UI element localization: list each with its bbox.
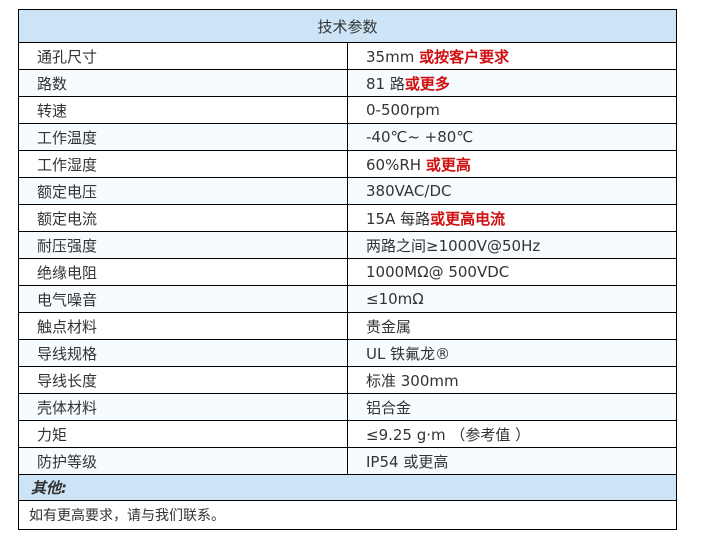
- spec-value-highlight: 或更多: [404, 74, 450, 93]
- spec-value: 1000MΩ@ 500VDC: [366, 263, 510, 281]
- spec-value: 标准 300mm: [366, 371, 459, 390]
- spec-value-cell: 铝合金: [347, 393, 677, 421]
- spec-value-highlight: 或更高电流: [430, 209, 506, 228]
- spec-value: 贵金属: [366, 317, 412, 336]
- spec-value: UL 铁氟龙®: [366, 344, 451, 363]
- spec-value-cell: 60%RH 或更高: [347, 150, 677, 178]
- spec-name: 电气噪音: [18, 285, 348, 313]
- spec-value-highlight: 或更高: [425, 155, 471, 174]
- spec-value: 铝合金: [366, 398, 412, 417]
- other-row: 其他:: [18, 474, 677, 501]
- spec-value-cell: -40℃~ +80℃: [347, 123, 677, 151]
- spec-value-cell: 标准 300mm: [347, 366, 677, 394]
- spec-row: 路数 81 路或更多: [18, 69, 677, 97]
- spec-name: 转速: [18, 96, 348, 124]
- spec-value: 60%RH: [366, 155, 426, 174]
- spec-value: 35mm: [366, 47, 420, 66]
- spec-row: 导线长度 标准 300mm: [18, 366, 677, 394]
- spec-value-cell: 0-500rpm: [347, 96, 677, 124]
- spec-value-cell: 1000MΩ@ 500VDC: [347, 258, 677, 286]
- contact-note: 如有更高要求，请与我们联系。: [18, 500, 677, 530]
- table-title: 技术参数: [18, 9, 677, 43]
- spec-name: 额定电压: [18, 177, 348, 205]
- spec-value-cell: ≤10mΩ: [347, 285, 677, 313]
- spec-row: 工作温度 -40℃~ +80℃: [18, 123, 677, 151]
- spec-value: 两路之间≥1000V@50Hz: [366, 236, 541, 255]
- spec-name: 触点材料: [18, 312, 348, 340]
- spec-row: 通孔尺寸 35mm 或按客户要求: [18, 42, 677, 70]
- spec-name: 防护等级: [18, 447, 348, 475]
- spec-name: 通孔尺寸: [18, 42, 348, 70]
- spec-name: 导线长度: [18, 366, 348, 394]
- spec-row: 额定电压 380VAC/DC: [18, 177, 677, 205]
- spec-value-highlight: 或按客户要求: [419, 47, 510, 66]
- spec-value-cell: IP54 或更高: [347, 447, 677, 475]
- spec-row: 导线规格 UL 铁氟龙®: [18, 339, 677, 367]
- spec-row: 防护等级 IP54 或更高: [18, 447, 677, 475]
- spec-name: 绝缘电阻: [18, 258, 348, 286]
- spec-value-cell: UL 铁氟龙®: [347, 339, 677, 367]
- header-row: 技术参数: [18, 9, 677, 43]
- spec-row: 额定电流 15A 每路或更高电流: [18, 204, 677, 232]
- spec-value-cell: 35mm 或按客户要求: [347, 42, 677, 70]
- spec-row: 绝缘电阻 1000MΩ@ 500VDC: [18, 258, 677, 286]
- spec-value-cell: 两路之间≥1000V@50Hz: [347, 231, 677, 259]
- spec-row: 工作湿度 60%RH 或更高: [18, 150, 677, 178]
- note-row: 如有更高要求，请与我们联系。: [18, 500, 677, 530]
- spec-value: IP54 或更高: [366, 452, 449, 471]
- spec-value-cell: 81 路或更多: [347, 69, 677, 97]
- spec-value-cell: 贵金属: [347, 312, 677, 340]
- spec-value: ≤9.25 g·m （参考值 ）: [366, 425, 531, 444]
- spec-row: 电气噪音 ≤10mΩ: [18, 285, 677, 313]
- other-label: 其他:: [18, 474, 677, 501]
- spec-value: 380VAC/DC: [366, 182, 452, 200]
- spec-value-cell: 380VAC/DC: [347, 177, 677, 205]
- spec-value-cell: 15A 每路或更高电流: [347, 204, 677, 232]
- spec-name: 耐压强度: [18, 231, 348, 259]
- spec-row: 耐压强度 两路之间≥1000V@50Hz: [18, 231, 677, 259]
- spec-name: 工作湿度: [18, 150, 348, 178]
- spec-value: ≤10mΩ: [366, 290, 424, 308]
- spec-row: 力矩 ≤9.25 g·m （参考值 ）: [18, 420, 677, 448]
- spec-name: 额定电流: [18, 204, 348, 232]
- spec-table-body: 技术参数 通孔尺寸 35mm 或按客户要求 路数 81 路或更多 转速 0-500rpm 工…: [18, 9, 677, 530]
- spec-value-cell: ≤9.25 g·m （参考值 ）: [347, 420, 677, 448]
- spec-row: 触点材料 贵金属: [18, 312, 677, 340]
- spec-name: 壳体材料: [18, 393, 348, 421]
- spec-name: 力矩: [18, 420, 348, 448]
- spec-name: 路数: [18, 69, 348, 97]
- spec-name: 导线规格: [18, 339, 348, 367]
- spec-table: 技术参数 通孔尺寸 35mm 或按客户要求 路数 81 路或更多 转速 0-500rpm 工…: [18, 9, 677, 530]
- spec-value: 0-500rpm: [366, 101, 440, 119]
- spec-value: 81 路: [366, 74, 405, 93]
- spec-value: 15A 每路: [366, 209, 431, 228]
- spec-value: -40℃~ +80℃: [366, 128, 474, 146]
- spec-row: 转速 0-500rpm: [18, 96, 677, 124]
- spec-row: 壳体材料 铝合金: [18, 393, 677, 421]
- spec-name: 工作温度: [18, 123, 348, 151]
